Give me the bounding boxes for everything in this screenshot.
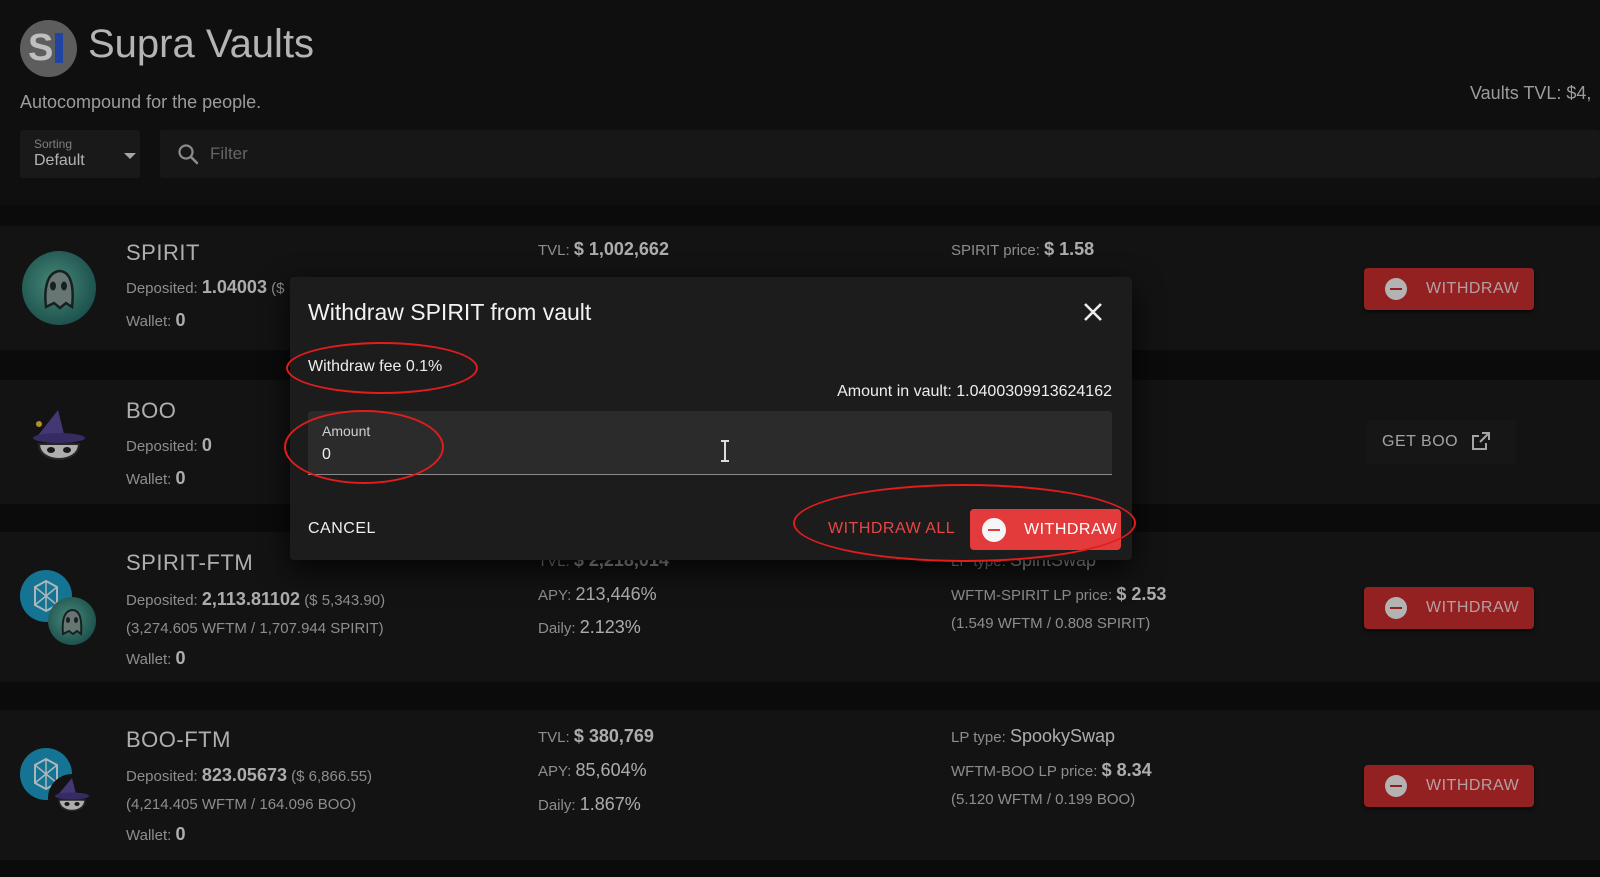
annotation-circle (286, 342, 478, 394)
cancel-button[interactable]: CANCEL (308, 520, 376, 538)
text-cursor-icon (721, 440, 729, 462)
annotation-circle (284, 410, 444, 484)
amount-in-vault: Amount in vault: 1.0400309913624162 (837, 383, 1112, 400)
annotation-circle (793, 484, 1136, 562)
close-icon[interactable] (1080, 299, 1106, 325)
dialog-title: Withdraw SPIRIT from vault (308, 299, 592, 325)
